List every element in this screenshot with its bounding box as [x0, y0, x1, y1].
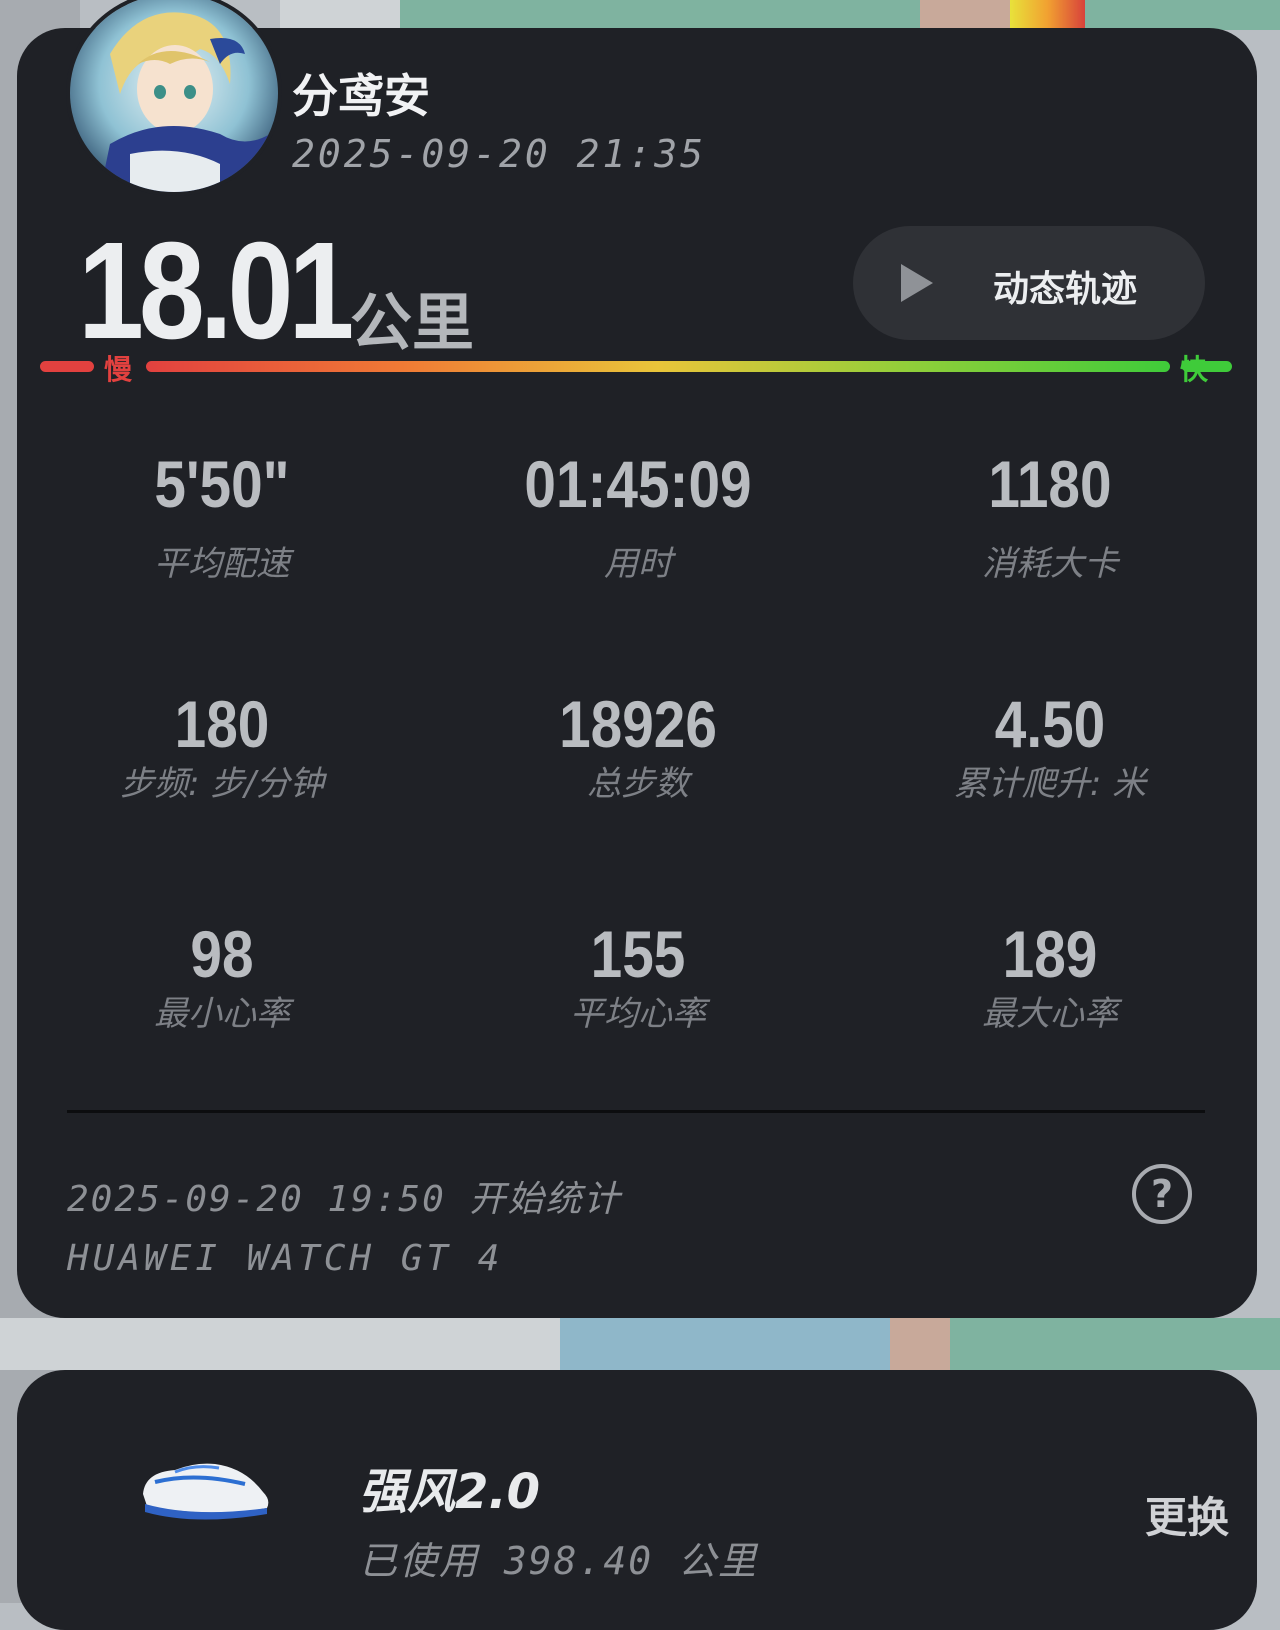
stat-label: 最大心率: [982, 994, 1118, 1034]
dynamic-track-button[interactable]: 动态轨迹: [853, 226, 1205, 340]
distance-unit: 公里: [350, 286, 475, 359]
shoe-name: 强风2.0: [359, 1464, 541, 1520]
stat-value: 180: [174, 687, 270, 761]
stat-label: 用时: [604, 544, 672, 584]
dynamic-track-label: 动态轨迹: [993, 269, 1138, 310]
stat-label: 步频: 步/分钟: [120, 764, 324, 804]
stat-label: 平均心率: [570, 994, 706, 1034]
stat-total-steps: 18926 总步数: [488, 688, 788, 804]
pace-gradient: [146, 361, 1170, 372]
stat-label: 消耗大卡: [982, 544, 1118, 584]
stat-calories: 1180 消耗大卡: [900, 448, 1200, 584]
stat-cadence: 180 步频: 步/分钟: [72, 688, 372, 804]
stat-value: 5'50": [154, 447, 290, 521]
stat-max-heart-rate: 189 最大心率: [900, 918, 1200, 1034]
user-name: 分鸢安: [292, 69, 430, 123]
start-time: 2025-09-20 19:50 开始统计: [67, 1179, 622, 1220]
stat-elevation-gain: 4.50 累计爬升: 米: [900, 688, 1200, 804]
stat-value: 01:45:09: [524, 447, 752, 521]
stat-label: 平均配速: [154, 544, 290, 584]
play-icon: [901, 264, 933, 302]
shoe-image: [143, 1463, 269, 1520]
stat-value: 4.50: [994, 687, 1106, 761]
stat-avg-heart-rate: 155 平均心率: [488, 918, 788, 1034]
avatar-icon: [70, 0, 278, 192]
stat-value: 18926: [559, 687, 717, 761]
shoe-card: 强风2.0 已使用 398.40 公里 更换: [17, 1370, 1257, 1630]
device-name: HUAWEI WATCH GT 4: [67, 1238, 504, 1279]
stat-label: 累计爬升: 米: [953, 764, 1147, 804]
stat-duration: 01:45:09 用时: [488, 448, 788, 584]
fast-segment: [1182, 361, 1232, 372]
stat-value: 155: [590, 917, 686, 991]
shoe-mileage: 已使用 398.40 公里: [359, 1539, 759, 1583]
pace-color-legend: 慢 快: [40, 353, 1232, 386]
stat-label: 总步数: [587, 764, 689, 804]
help-icon[interactable]: ?: [1132, 1164, 1192, 1224]
slow-label: 慢: [104, 353, 133, 386]
stat-value: 1180: [988, 447, 1112, 521]
stat-min-heart-rate: 98 最小心率: [72, 918, 372, 1034]
stat-label: 最小心率: [154, 994, 290, 1034]
divider: [67, 1110, 1205, 1113]
activity-datetime: 2025-09-20 21:35: [292, 132, 707, 176]
stat-average-pace: 5'50" 平均配速: [72, 448, 372, 584]
stat-value: 189: [1002, 917, 1098, 991]
slow-segment: [40, 361, 94, 372]
stat-value: 98: [190, 917, 254, 991]
change-shoe-button[interactable]: 更换: [1145, 1484, 1229, 1545]
